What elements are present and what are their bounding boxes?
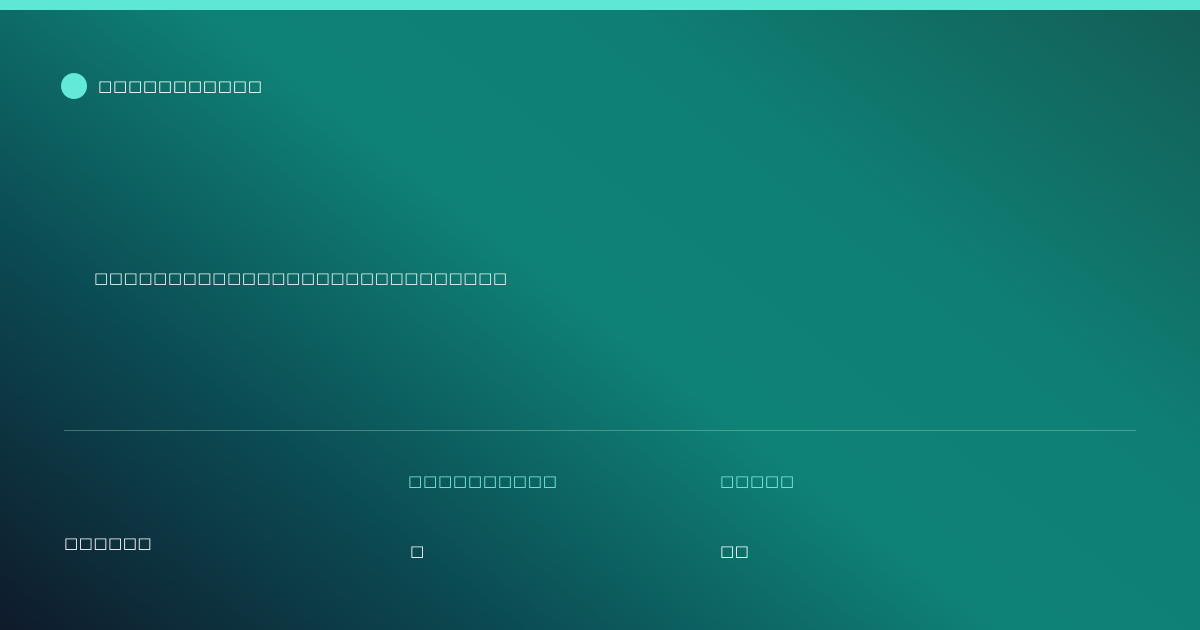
headline: □□□□□□□□□□□□□□□□□□□□□□□□□□□□: [94, 269, 508, 287]
social-share-card: □□□□□□□□□□□ □□□□□□□□□□□□□□□□□□□□□□□□□□□□…: [0, 0, 1200, 630]
stat-block-2: □□□□□ □□: [720, 474, 795, 559]
footer-left-text: □□□□□□: [64, 534, 153, 552]
stat-value: □: [410, 542, 425, 560]
circle-dot-icon: [61, 73, 87, 99]
top-accent-bar: [0, 0, 1200, 10]
divider: [64, 430, 1136, 431]
stat-label: □□□□□□□□□□: [408, 472, 558, 490]
brand: □□□□□□□□□□□: [61, 73, 263, 99]
stat-block-1: □□□□□□□□□□ □: [408, 474, 558, 559]
stat-value: □□: [720, 542, 750, 560]
brand-name: □□□□□□□□□□□: [98, 76, 263, 95]
stat-label: □□□□□: [720, 472, 795, 490]
